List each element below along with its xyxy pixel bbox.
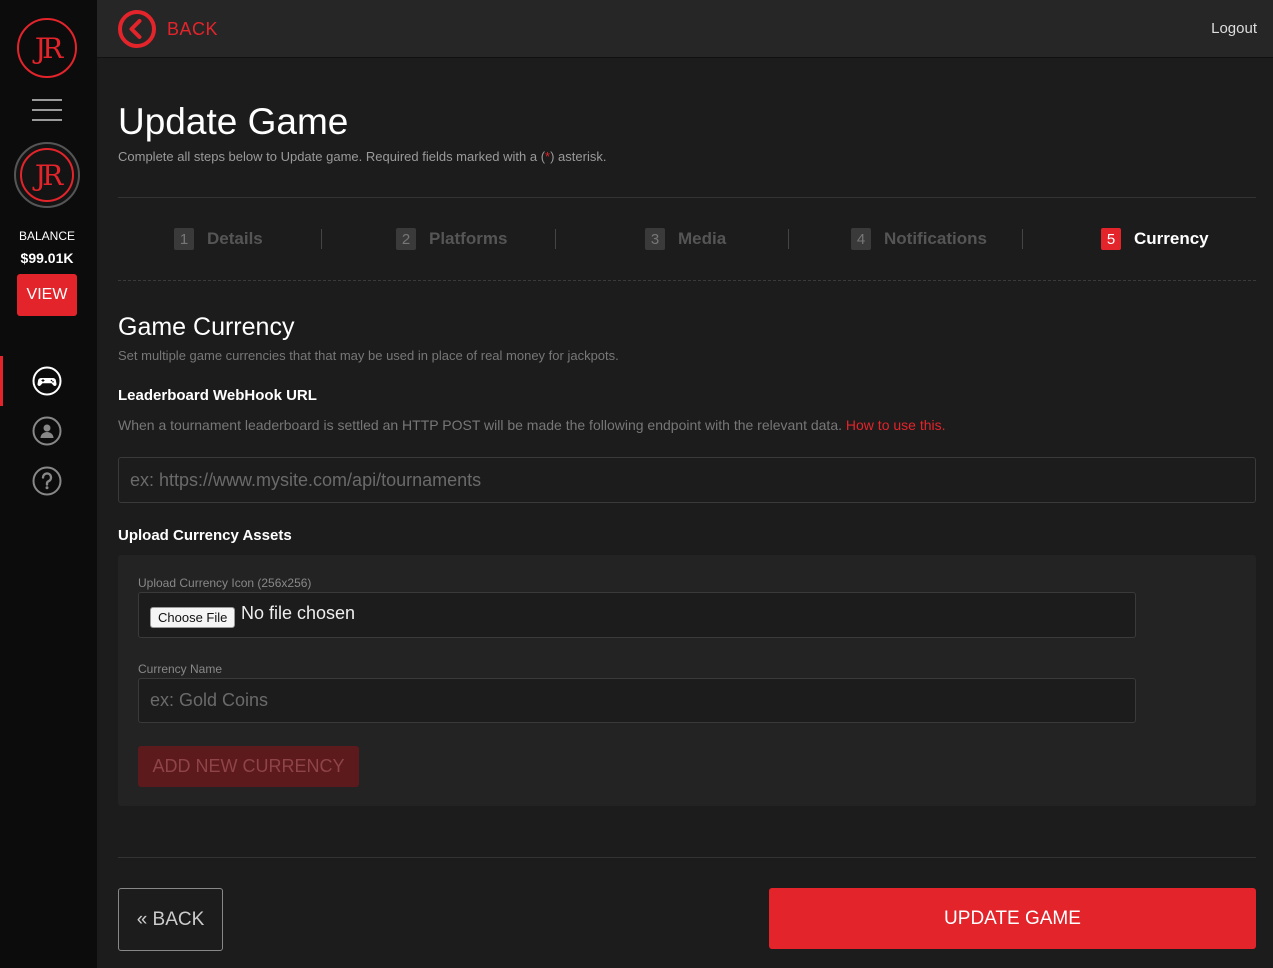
logout-link[interactable]: Logout bbox=[1211, 20, 1257, 37]
back-circle-icon bbox=[118, 10, 156, 48]
footer-divider bbox=[118, 857, 1256, 858]
balance-value: $99.01K bbox=[20, 250, 74, 266]
view-balance-button[interactable]: VIEW bbox=[17, 274, 77, 316]
webhook-url-input[interactable] bbox=[118, 457, 1256, 503]
webhook-label: Leaderboard WebHook URL bbox=[118, 387, 317, 404]
avatar-text: JR bbox=[34, 158, 63, 192]
choose-file-button[interactable]: Choose File bbox=[150, 607, 236, 628]
step-divider bbox=[555, 229, 556, 249]
active-nav-indicator bbox=[0, 356, 3, 406]
step-tabs: 1 Details 2 Platforms 3 Media 4 Notification… bbox=[118, 197, 1256, 281]
page-subtitle: Complete all steps below to Update game.… bbox=[118, 149, 607, 164]
user-icon[interactable] bbox=[32, 416, 62, 446]
add-currency-button[interactable]: ADD NEW CURRENCY bbox=[138, 746, 359, 787]
upload-panel: Upload Currency Icon (256x256) Choose Fi… bbox=[118, 555, 1256, 806]
step-divider bbox=[321, 229, 322, 249]
update-game-button[interactable]: UPDATE GAME bbox=[769, 888, 1256, 949]
back-link[interactable]: BACK bbox=[117, 9, 218, 49]
section-title: Game Currency bbox=[118, 313, 295, 341]
back-button[interactable]: « BACK bbox=[118, 888, 223, 951]
step-divider bbox=[1022, 229, 1023, 249]
back-label: BACK bbox=[167, 18, 219, 39]
currency-icon-label: Upload Currency Icon (256x256) bbox=[138, 576, 312, 590]
balance-label: BALANCE bbox=[18, 229, 76, 243]
step-notifications[interactable]: 4 Notifications bbox=[851, 228, 987, 250]
currency-name-label: Currency Name bbox=[138, 662, 223, 676]
sidebar: JR JR BALANCE $99.01K VIEW bbox=[0, 0, 97, 968]
step-details[interactable]: 1 Details bbox=[174, 228, 263, 250]
currency-name-input[interactable] bbox=[138, 678, 1136, 723]
section-subtitle: Set multiple game currencies that that m… bbox=[118, 348, 619, 363]
logo[interactable]: JR bbox=[17, 18, 77, 78]
help-icon[interactable] bbox=[32, 466, 62, 496]
upload-assets-label: Upload Currency Assets bbox=[118, 527, 292, 544]
step-currency[interactable]: 5 Currency bbox=[1101, 228, 1209, 250]
step-divider bbox=[788, 229, 789, 249]
currency-icon-file-input[interactable]: Choose File No file chosen bbox=[138, 592, 1136, 638]
step-media[interactable]: 3 Media bbox=[645, 228, 726, 250]
avatar[interactable]: JR bbox=[14, 142, 80, 208]
no-file-text: No file chosen bbox=[241, 603, 356, 623]
gamepad-icon[interactable] bbox=[32, 366, 62, 396]
step-platforms[interactable]: 2 Platforms bbox=[396, 228, 507, 250]
page-title: Update Game bbox=[118, 101, 349, 142]
logo-text: JR bbox=[34, 31, 63, 65]
top-bar: BACK Logout bbox=[97, 0, 1273, 58]
how-to-use-link[interactable]: How to use this. bbox=[846, 417, 946, 433]
webhook-help: When a tournament leaderboard is settled… bbox=[118, 417, 946, 433]
menu-icon[interactable] bbox=[32, 99, 62, 123]
